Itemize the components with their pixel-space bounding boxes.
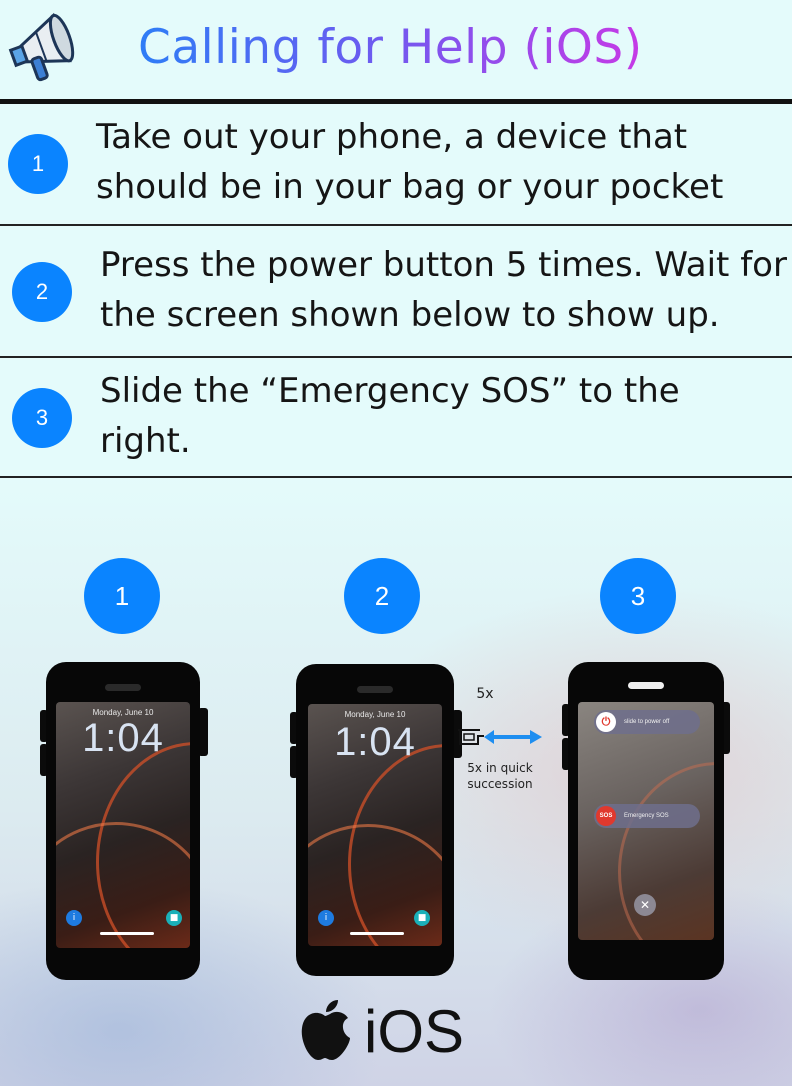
emergency-sos-label: Emergency SOS xyxy=(624,813,669,819)
illustration-step-3-circle: 3 xyxy=(600,558,676,634)
lock-screen-time: 1:04 xyxy=(82,716,164,760)
press-count-label: 5x xyxy=(476,686,494,702)
succession-label-line-2: succession xyxy=(467,777,533,791)
page-title: Calling for Help (iOS) xyxy=(138,20,643,75)
step-divider xyxy=(0,224,792,226)
step-3-badge: 3 xyxy=(12,388,72,448)
succession-label: 5x in quick succession xyxy=(458,760,542,792)
illustration-step-2-circle: 2 xyxy=(344,558,420,634)
succession-label-line-1: 5x in quick xyxy=(467,761,533,775)
camera-icon: ■ xyxy=(166,910,182,926)
phone-2-speaker xyxy=(357,686,393,693)
flashlight-icon: i xyxy=(318,910,334,926)
step-1-badge: 1 xyxy=(8,134,68,194)
wallpaper-curve xyxy=(308,824,442,946)
camera-icon: ■ xyxy=(414,910,430,926)
phone-2: Monday, June 10 1:04 i ■ xyxy=(296,664,454,976)
apple-icon xyxy=(301,1000,350,1060)
sos-knob: SOS xyxy=(596,806,616,826)
lock-screen-time: 1:04 xyxy=(334,720,416,764)
home-indicator xyxy=(350,932,404,935)
lock-screen-date: Monday, June 10 xyxy=(344,710,406,719)
phone-1-lock-screen: Monday, June 10 1:04 i ■ xyxy=(56,702,190,948)
step-2-line-2: the screen shown below to show up. xyxy=(100,295,720,335)
header: Calling for Help (iOS) xyxy=(0,0,792,100)
close-icon[interactable]: ✕ xyxy=(634,894,656,916)
wallpaper-curve xyxy=(56,822,190,948)
phone-1-speaker xyxy=(105,684,141,691)
step-1-line-2: should be in your bag or your pocket xyxy=(96,167,724,207)
header-divider xyxy=(0,99,792,104)
wallpaper-curve xyxy=(618,762,714,940)
pointing-hand-icon xyxy=(458,729,542,745)
step-2-badge: 2 xyxy=(12,262,72,322)
power-icon: ⏻ xyxy=(596,712,616,732)
home-indicator xyxy=(100,932,154,935)
step-1-text: Take out your phone, a device that shoul… xyxy=(96,112,786,212)
power-off-slider[interactable]: ⏻ slide to power off xyxy=(594,710,700,734)
step-3-line-2: right. xyxy=(100,421,191,461)
step-divider xyxy=(0,476,792,478)
phone-2-lock-screen: Monday, June 10 1:04 i ■ xyxy=(308,704,442,946)
ios-logo: iOS xyxy=(296,996,464,1066)
step-1-line-1: Take out your phone, a device that xyxy=(96,117,688,157)
megaphone-icon xyxy=(8,12,75,82)
phone-3-sos-screen: ⏻ slide to power off SOS Emergency SOS ✕ xyxy=(578,702,714,940)
power-off-label: slide to power off xyxy=(624,719,670,725)
illustration-step-1-circle: 1 xyxy=(84,558,160,634)
emergency-sos-slider[interactable]: SOS Emergency SOS xyxy=(594,804,700,828)
step-2-line-1: Press the power button 5 times. Wait for xyxy=(100,245,787,285)
step-divider xyxy=(0,356,792,358)
step-2-text: Press the power button 5 times. Wait for… xyxy=(100,240,790,340)
phone-3: ⏻ slide to power off SOS Emergency SOS ✕ xyxy=(568,662,724,980)
step-3-line-1: Slide the “Emergency SOS” to the xyxy=(100,371,680,411)
ios-logo-text: iOS xyxy=(364,997,465,1065)
phone-3-speaker xyxy=(628,682,664,689)
phone-1: Monday, June 10 1:04 i ■ xyxy=(46,662,200,980)
flashlight-icon: i xyxy=(66,910,82,926)
step-3-text: Slide the “Emergency SOS” to the right. xyxy=(100,366,790,466)
